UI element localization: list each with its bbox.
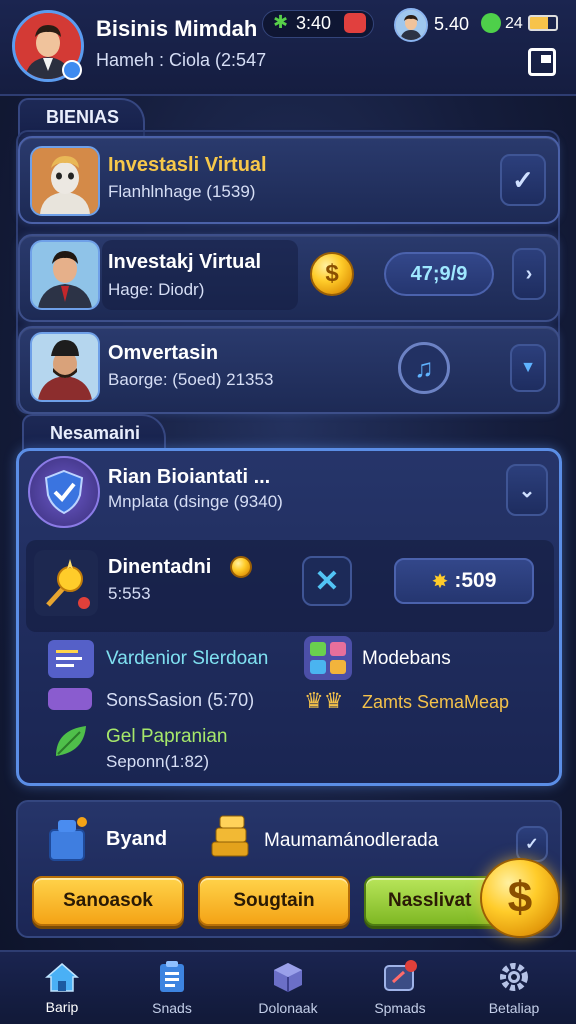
gem-icon [344,13,366,33]
stat-label-1: Vardenior Slerdoan [106,648,269,669]
nav-cube-label: Dolonaak [258,1000,318,1016]
chat-icon [384,960,417,991]
gear-icon [500,963,528,991]
battery-value: 24 [505,15,523,32]
reward-value-pill[interactable]: ✸ :509 [394,558,534,604]
music-note-button[interactable]: ♫ [398,342,450,394]
action-button-1[interactable]: Sanoasok [32,876,184,926]
home-icon [44,963,80,992]
leaf-icon [56,726,86,756]
reward-sub: 5:553 [108,584,151,603]
investment-row-1-sub: Flanhlnhage (1539) [108,182,256,201]
music-note-icon: ♫ [414,352,434,383]
reward-value: :509 [454,569,497,592]
coins-value: 5.40 [434,14,470,34]
reward-icon-box [34,550,98,616]
shop-check-button[interactable]: ✓ [516,826,548,862]
investment-row-2-value: 47;9/9 [410,262,468,285]
shield-check-icon [44,469,84,515]
stat-label-4: Zamts SemaMeap [362,692,510,712]
nav-home-label: Barip [45,999,79,1015]
reward-close-button[interactable]: ✕ [302,556,352,606]
friend-portrait-icon [396,10,426,40]
stat-label-3: SonsSasion (5:70) [106,690,255,710]
checkmark-icon: ✓ [525,836,539,853]
masked-investor-icon [32,148,98,214]
stat-icon-crown: ♛♛ [304,688,344,713]
stat-label-5: Gel Papranian [106,726,228,747]
stat-icon-modules [304,636,352,680]
action-button-2[interactable]: Sougtain [198,876,350,926]
battery-icon [528,15,558,31]
investment-row-3-sub: Baorge: (5oed) 21353 [108,370,274,389]
verified-badge-icon [62,60,82,80]
cube-icon [274,963,302,992]
energy-value: 3:40 [296,13,332,33]
nav-chat[interactable]: Spmads [350,952,450,1024]
golden-wand-icon [46,559,90,609]
small-coin-icon [230,556,252,578]
investment-row-2-sub: Hage: Diodr) [108,280,205,299]
big-coin-icon[interactable]: $ [480,858,560,938]
green-gem-icon [481,13,501,33]
investor-avatar-1 [30,146,100,216]
chevron-right-icon: › [525,262,533,285]
investor-avatar-2 [30,240,100,310]
friend-avatar[interactable] [394,8,428,42]
shop-bag-icon [42,812,92,864]
chevron-down-icon: ⌄ [518,479,536,502]
inbox-icon [541,55,551,63]
stat-icon-leaf [52,722,90,760]
investment-row-3-expand-button[interactable]: ▼ [510,344,546,392]
shop-item-1[interactable]: Byand [106,828,167,851]
reward-title: Dinentadni [108,556,212,578]
stat-icon-ticket [48,688,92,710]
investment-row-2-next-button[interactable]: › [512,248,546,300]
nav-settings-label: Betaliap [488,1000,540,1016]
bearded-investor-icon [32,334,98,400]
close-icon: ✕ [314,564,340,598]
nav-clipboard[interactable]: Snads [122,952,222,1024]
investor-avatar-3 [30,332,100,402]
research-expand-button[interactable]: ⌄ [506,464,548,516]
dollar-coin-icon: $ [310,252,354,296]
app-title: Bisinis Mimdah [96,16,258,41]
investment-row-3-title: Omvertasin [108,342,219,364]
stat-label-6: Seponn(1:82) [106,752,210,771]
sparkle-icon: ✸ [431,570,449,593]
research-title: Rian Bioiantati ... [108,466,271,488]
investment-row-1-title: Investasli Virtual [108,154,267,176]
chevron-down-icon: ▼ [520,359,536,376]
toolbox-icon [49,817,87,861]
nav-chat-label: Spmads [374,1000,426,1016]
nav-clipboard-label: Snads [152,1000,192,1016]
shop-item-2[interactable]: Maumamánodlerada [264,830,438,852]
stat-label-2: Modebans [362,648,451,669]
checkmark-icon: ✓ [512,164,534,195]
nav-cube[interactable]: Dolonaak [238,952,338,1024]
shield-badge [28,456,100,528]
businessman-icon [32,242,98,308]
investment-row-1-check-button[interactable]: ✓ [500,154,546,206]
stat-icon-list [48,640,94,678]
clipboard-icon [160,961,184,992]
inbox-button[interactable] [528,48,556,76]
leaf-icon: ✱ [273,12,289,32]
gold-bars-icon [208,812,252,860]
investment-row-2-value-pill[interactable]: 47;9/9 [384,252,494,296]
gold-stack-icon [211,815,249,857]
app-subtitle: Hameh : Ciola (2:547 [96,50,267,70]
research-sub: Mnplata (dsinge (9340) [108,492,283,511]
investment-row-2-title: Investakj Virtual [108,251,262,273]
nav-home[interactable]: Barip [12,952,112,1024]
nav-settings[interactable]: Betaliap [464,952,564,1024]
